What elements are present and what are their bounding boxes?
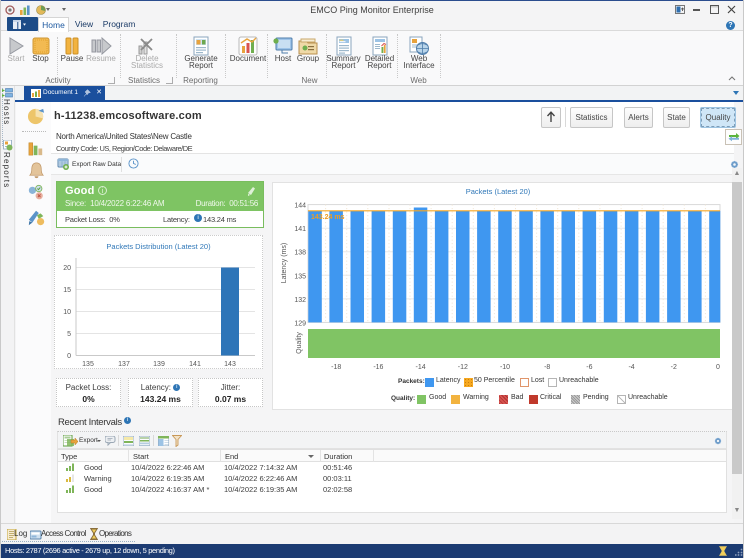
svg-text:-18: -18 [331, 364, 341, 371]
svg-text:5: 5 [67, 331, 71, 338]
svg-text:-14: -14 [416, 364, 426, 371]
svg-text:-4: -4 [628, 364, 634, 371]
svg-text:Quality: Quality [296, 332, 303, 354]
svg-text:132: 132 [294, 297, 306, 304]
svg-text:139: 139 [153, 361, 165, 368]
svg-text:141: 141 [294, 226, 306, 233]
svg-text:0: 0 [67, 353, 71, 360]
svg-text:143: 143 [224, 361, 236, 368]
svg-text:Latency (ms): Latency (ms) [281, 243, 288, 283]
svg-text:135: 135 [82, 361, 94, 368]
svg-text:-6: -6 [586, 364, 592, 371]
svg-text:10: 10 [63, 309, 71, 316]
svg-text:-16: -16 [373, 364, 383, 371]
svg-text:144: 144 [294, 203, 306, 210]
svg-text:15: 15 [63, 287, 71, 294]
svg-text:138: 138 [294, 250, 306, 257]
svg-text:-10: -10 [500, 364, 510, 371]
svg-text:0: 0 [716, 364, 720, 371]
svg-text:20: 20 [63, 265, 71, 272]
svg-text:143.24 ms: 143.24 ms [311, 214, 345, 221]
svg-text:141: 141 [189, 361, 201, 368]
svg-text:129: 129 [294, 320, 306, 327]
svg-text:-12: -12 [458, 364, 468, 371]
svg-text:-8: -8 [544, 364, 550, 371]
svg-text:137: 137 [118, 361, 130, 368]
svg-text:135: 135 [294, 273, 306, 280]
svg-text:-2: -2 [671, 364, 677, 371]
